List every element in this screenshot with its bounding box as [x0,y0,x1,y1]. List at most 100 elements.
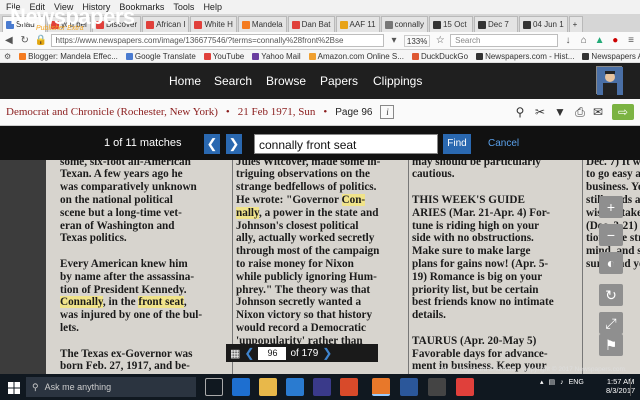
store-icon[interactable] [286,378,304,396]
language-indicator[interactable]: ENG [569,379,584,386]
save-icon[interactable]: ▼ [552,104,568,120]
most-visited-icon[interactable]: ⚙ [4,52,11,61]
paper-date[interactable]: 21 Feb 1971, Sun [238,106,316,118]
match-count: 1 of 11 matches [104,137,182,149]
bookmark-item[interactable]: DuckDuckGo [411,51,469,61]
app-icon[interactable] [428,378,446,396]
previous-match-button[interactable]: ❮ [204,134,220,154]
info-button[interactable]: i [380,105,395,119]
bookmark-item[interactable]: Amazon.com Online S... [308,52,404,61]
match-search-input[interactable]: connally front seat [254,134,438,154]
contrast-icon[interactable]: ◐ [599,252,623,274]
newspaper-line: side with no obstructions. [412,232,534,245]
file-explorer-icon[interactable] [259,378,277,396]
edge-icon[interactable] [232,378,250,396]
bookmark-item[interactable]: Yahoo Mail [252,52,301,61]
app-icon[interactable] [313,378,331,396]
notifications-icon[interactable] [630,378,640,396]
rotate-icon[interactable]: ↻ [599,284,623,306]
nav-home[interactable]: Home [169,74,201,88]
newspaper-line: The Texas ex-Governor was [60,347,193,360]
newspaper-page-image: national economy at the ¢step of tsome, … [46,160,640,374]
browser-tab[interactable]: 04 Jun 1 [518,16,568,32]
flag-icon[interactable]: ⚑ [599,334,623,356]
newspaper-line: some, six-foot all-American [60,160,191,168]
shield-icon[interactable]: ▲ [594,35,606,46]
app-icon[interactable] [340,378,358,396]
next-page-button[interactable]: ❯ [322,346,332,360]
newspaper-line: Texas politics. [60,232,127,245]
dropdown-icon[interactable]: ▾ [388,35,400,46]
taskbar-search-box[interactable]: ⚲ Ask me anything [26,377,196,397]
page-number-input[interactable]: 96 [258,346,287,360]
nav-search[interactable]: Search [214,74,252,88]
browser-tab[interactable]: connally [380,16,428,32]
next-match-button[interactable]: ❯ [226,134,242,154]
bookmark-label: DuckDuckGo [420,51,469,61]
newspaper-line: by name after the assassina- [60,270,195,283]
previous-page-button[interactable]: ❮ [244,346,254,360]
browser-tab[interactable]: 15 Oct [428,16,473,32]
newspaper-column-3: may should be particularly cautious. THIS … [412,160,582,374]
browser-tab[interactable]: AAF 11 [335,16,380,32]
app-icon[interactable] [456,378,474,396]
nav-browse[interactable]: Browse [266,74,306,88]
bookmark-item[interactable]: Google Translate [125,51,196,61]
tab-favicon-icon [194,20,203,29]
newspaper-line: TAURUS (Apr. 20-May 5) [412,334,537,347]
email-icon[interactable]: ✉ [590,104,606,120]
bookmark-item[interactable]: Newspapers Archive S... [582,52,640,61]
share-icon[interactable]: ⇨ [612,104,634,120]
scissors-icon[interactable]: ✂ [532,104,548,120]
newspaper-line: born Feb. 27, 1917, and be- [60,360,190,373]
bookmark-label: Google Translate [134,51,196,61]
fullscreen-icon[interactable]: ⤢ [599,312,623,334]
home-icon[interactable]: ⌂ [578,35,590,46]
back-arrow-icon[interactable]: ◀ [3,35,15,46]
url-bar[interactable]: https://www.newspapers.com/image/1366775… [50,34,385,47]
nav-clippings[interactable]: Clippings [373,74,422,88]
taskbar-search-placeholder: Ask me anything [44,382,112,392]
menu-icon[interactable]: ≡ [625,35,637,46]
user-avatar[interactable] [596,66,623,95]
browser-search-input[interactable]: Search [450,34,559,47]
browser-tab[interactable]: White H [190,16,237,32]
bookmark-item[interactable]: YouTube [203,52,244,61]
firefox-icon[interactable] [372,378,390,396]
newspaper-line: tion of President Kennedy. [60,283,187,296]
bookmark-star-icon[interactable]: ☆ [434,35,446,46]
browser-tab[interactable]: Dec 7 [473,16,518,32]
zoom-in-button[interactable]: + [599,196,623,218]
print-icon[interactable]: ⎙ [572,104,588,120]
search-highlight: front seat [138,296,184,309]
browser-tab[interactable]: African I [142,16,190,32]
newspaper-viewer[interactable]: national economy at the ¢step of tsome, … [0,160,640,374]
bookmark-item[interactable]: Newspapers.com - Hist... [476,52,574,61]
network-icon[interactable]: ▤ [549,378,556,386]
search-icon[interactable]: ⚲ [512,104,528,120]
refresh-icon[interactable]: ↻ [19,35,31,46]
new-tab-button[interactable]: + [568,16,583,32]
cancel-button[interactable]: Cancel [488,138,519,149]
volume-icon[interactable]: ♪ [560,379,564,386]
zoom-level[interactable]: 133% [403,34,431,47]
newspaper-line: details. [412,309,446,322]
windows-start-icon[interactable] [8,381,20,394]
paper-title[interactable]: Democrat and Chronicle (Rochester, New Y… [6,106,218,118]
download-icon[interactable]: ↓ [562,35,574,46]
menu-item[interactable]: Help [203,2,222,12]
thumbnail-grid-icon[interactable]: ▦ [230,347,240,360]
task-view-icon[interactable] [205,378,223,396]
word-icon[interactable] [400,378,418,396]
bookmark-item[interactable]: Blogger: Mandela Effec... [19,52,118,61]
zoom-out-button[interactable]: − [599,224,623,246]
system-tray: ▴ ▤ ♪ ENG [540,378,584,387]
browser-tab[interactable]: Dan Bat [287,16,335,32]
nav-papers[interactable]: Papers [320,74,358,88]
separator-dot: • [225,106,230,118]
menu-item[interactable]: Tools [173,2,194,12]
adblock-icon[interactable]: ● [609,35,621,46]
browser-tab[interactable]: Mandela [237,16,287,32]
find-button[interactable]: Find [443,134,471,154]
tray-chevron-icon[interactable]: ▴ [540,378,544,386]
